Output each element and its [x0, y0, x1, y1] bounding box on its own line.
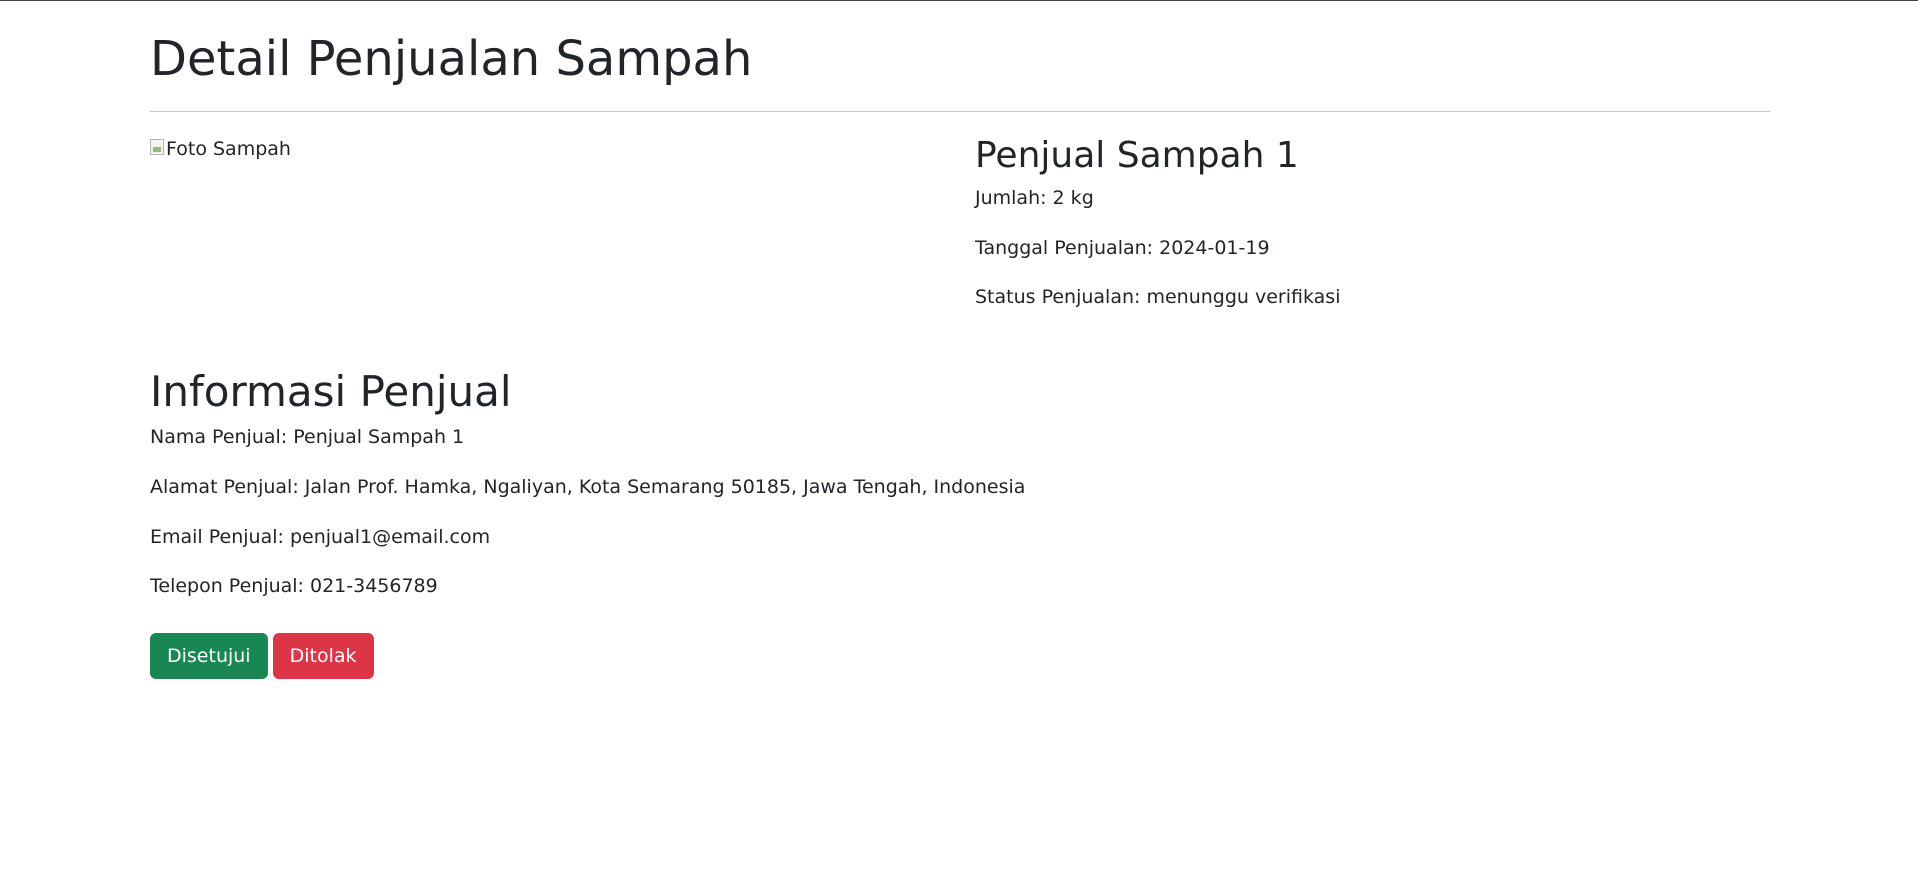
action-buttons: Disetujui Ditolak	[150, 633, 374, 679]
sale-seller-name: Penjual Sampah 1	[975, 135, 1299, 176]
sale-status: Status Penjualan: menunggu verifikasi	[975, 286, 1341, 309]
seller-name: Nama Penjual: Penjual Sampah 1	[150, 426, 465, 449]
sale-amount: Jumlah: 2 kg	[975, 187, 1094, 210]
seller-info-section: Informasi Penjual Nama Penjual: Penjual …	[150, 367, 1770, 600]
approve-button[interactable]: Disetujui	[150, 633, 268, 679]
seller-email: Email Penjual: penjual1@email.com	[150, 525, 491, 548]
seller-address: Alamat Penjual: Jalan Prof. Hamka, Ngali…	[150, 476, 1026, 499]
title-divider	[150, 111, 1770, 112]
page-title: Detail Penjualan Sampah	[150, 31, 753, 87]
reject-button[interactable]: Ditolak	[272, 633, 374, 679]
seller-info-title: Informasi Penjual	[150, 367, 512, 416]
sale-detail: Penjual Sampah 1 Jumlah: 2 kg Tanggal Pe…	[975, 134, 1765, 311]
sale-date: Tanggal Penjualan: 2024-01-19	[975, 236, 1270, 259]
broken-image-icon	[150, 139, 164, 155]
sampah-photo: Foto Sampah	[150, 137, 291, 162]
photo-alt-text: Foto Sampah	[166, 138, 291, 160]
seller-phone: Telepon Penjual: 021-3456789	[150, 575, 438, 598]
